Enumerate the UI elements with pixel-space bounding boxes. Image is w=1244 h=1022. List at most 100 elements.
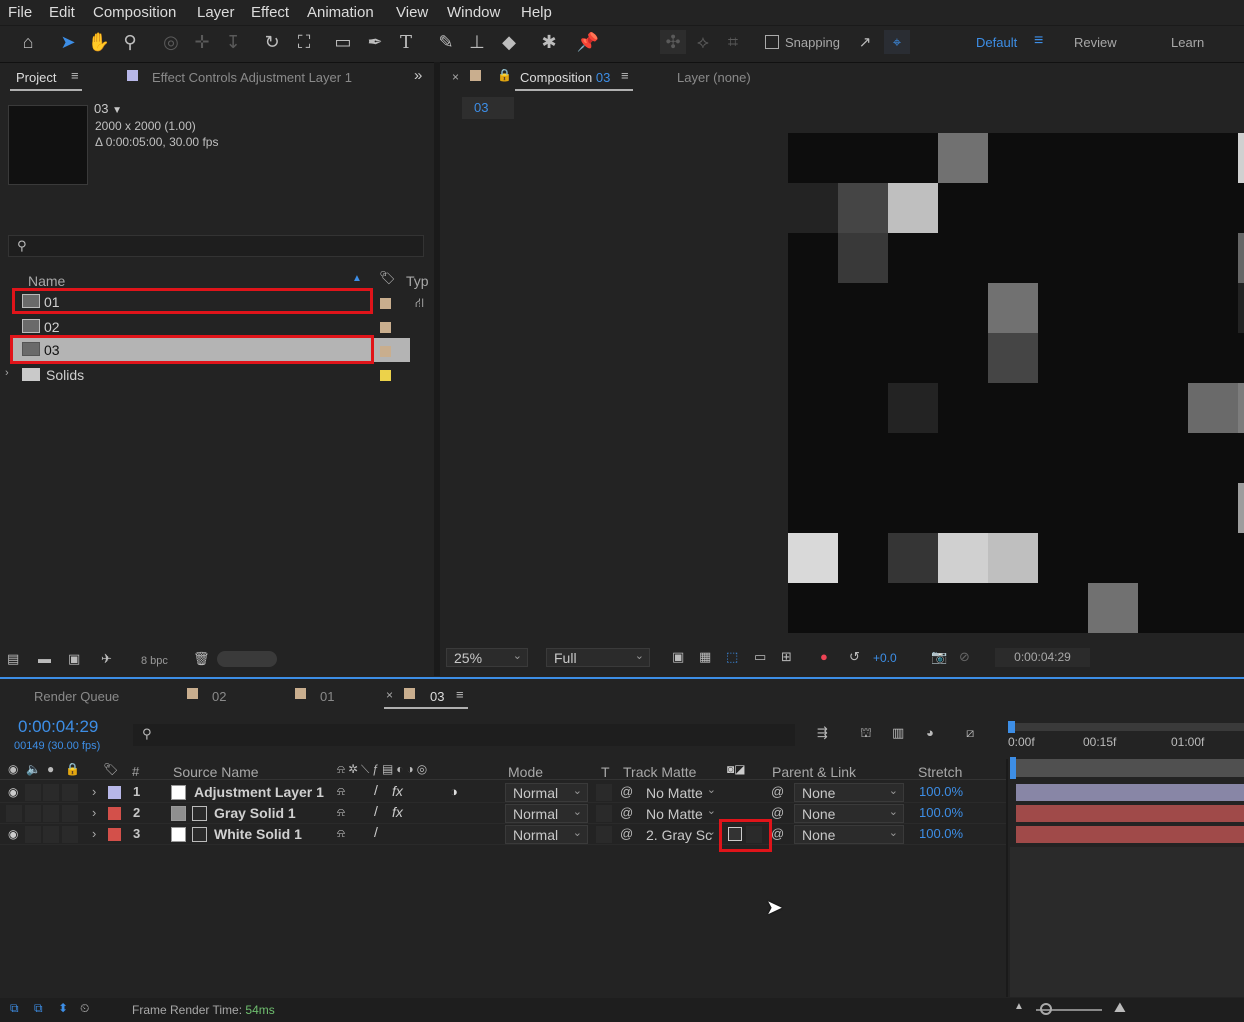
comp-name[interactable]: 03 ▼ (94, 101, 122, 116)
time-ruler[interactable]: 0:00f 00:15f 01:00f (1008, 719, 1244, 759)
current-time-display[interactable]: 0:00:04:29 (18, 717, 98, 737)
close-icon[interactable]: × (386, 688, 393, 702)
parent-dropdown[interactable]: None ⌄ (794, 825, 904, 844)
draft-3d-icon[interactable]: ⛫ (860, 725, 872, 743)
new-composition-icon[interactable]: ▣ (68, 651, 80, 667)
shy-switch-icon[interactable]: ⍾ (337, 826, 345, 841)
comp-viewer-canvas[interactable] (788, 133, 1244, 633)
parent-pickwhip-icon[interactable]: @ (771, 784, 784, 799)
layer-switches-toggle-icon[interactable]: ⧉ (10, 1001, 19, 1016)
menu-effect[interactable]: Effect (251, 4, 289, 21)
menu-animation[interactable]: Animation (307, 4, 374, 21)
pickwhip-icon[interactable]: @ (620, 784, 633, 799)
shy-switch-icon[interactable]: ⍾ (337, 784, 345, 799)
grid-guides-icon[interactable]: ⊞ (781, 649, 792, 665)
comp-menu-icon[interactable]: ≡ (621, 68, 629, 83)
color-channels-icon[interactable]: ● (820, 649, 828, 664)
layer-bar-3[interactable] (1016, 826, 1244, 843)
comp-flow-breadcrumb[interactable]: 03 (462, 97, 514, 119)
layer-label-color[interactable] (108, 807, 121, 820)
tab-comp-02[interactable]: 02 (212, 689, 226, 704)
layer-bar-2[interactable] (1016, 805, 1244, 822)
audio-icon[interactable]: 🔈 (26, 762, 41, 776)
expand-chevron-icon[interactable]: › (92, 784, 96, 799)
tab-comp-01[interactable]: 01 (320, 689, 334, 704)
label-icon[interactable]: 🏷 (103, 762, 118, 776)
track-area[interactable] (1010, 847, 1244, 997)
in-out-toggle-icon[interactable]: ⬍ (58, 1001, 68, 1015)
roto-brush-tool-icon[interactable]: ✱ (536, 30, 562, 54)
interpret-footage-icon[interactable]: ▤ (7, 651, 19, 667)
lock-switch[interactable] (62, 826, 78, 843)
menu-view[interactable]: View (396, 4, 428, 21)
menu-file[interactable]: File (8, 4, 32, 21)
mode-dropdown[interactable]: Normal ⌄ (505, 804, 588, 823)
exposure-value[interactable]: +0.0 (873, 651, 897, 665)
adjustment-layer-switch-icon[interactable]: ◑ (450, 784, 458, 799)
timeline-search-input[interactable]: ⚲ (133, 724, 795, 746)
snapping-checkbox[interactable] (765, 35, 779, 49)
layer-row-2[interactable]: › 2 Gray Solid 1 ⍾ / fx Normal ⌄ @ No Mat… (0, 803, 1006, 824)
composition-tab[interactable]: Composition 03 (520, 70, 610, 85)
playhead-marker[interactable] (1008, 721, 1015, 733)
project-row-solids[interactable]: › Solids (0, 363, 410, 387)
pan-tool-icon[interactable]: ✛ (189, 30, 215, 54)
snap-features-icon[interactable]: ⌖ (884, 30, 910, 54)
zoom-tool-icon[interactable]: ⚲ (117, 30, 143, 54)
mode-dropdown[interactable]: Normal ⌄ (505, 783, 588, 802)
zoom-in-icon[interactable]: ⛰ (1114, 999, 1126, 1016)
label-swatch[interactable] (380, 298, 391, 309)
menu-composition[interactable]: Composition (93, 4, 176, 21)
safe-margins-icon[interactable]: ▭ (754, 649, 766, 665)
layer-label-color[interactable] (108, 786, 121, 799)
effects-switch-icon[interactable]: fx (392, 804, 403, 820)
solo-switch[interactable] (43, 805, 59, 822)
label-swatch[interactable] (380, 322, 391, 333)
timeline-menu-icon[interactable]: ≡ (456, 687, 464, 702)
track-matte-dropdown[interactable]: 2. Gray Sc ⌄ (639, 825, 721, 844)
new-folder-icon[interactable]: ▬ (38, 651, 51, 666)
project-search-input[interactable]: ⚲ (8, 235, 424, 257)
anchor-tool-icon[interactable]: ⛶ (291, 30, 317, 54)
graph-editor-icon[interactable]: ⧄ (966, 725, 974, 741)
bit-depth-button[interactable]: 8 bpc (141, 655, 168, 667)
expand-chevron-icon[interactable]: › (92, 805, 96, 820)
parent-dropdown[interactable]: None ⌄ (794, 804, 904, 823)
snap-edges-icon[interactable]: ↗ (852, 30, 878, 54)
audio-switch[interactable] (25, 805, 41, 822)
pickwhip-icon[interactable]: @ (620, 826, 633, 841)
dolly-tool-icon[interactable]: ↧ (220, 30, 246, 54)
flowchart-icon[interactable]: ⛙ (415, 295, 424, 313)
snapshot-icon[interactable]: 📷 (931, 649, 947, 665)
render-time-toggle-icon[interactable]: ⏲ (80, 1001, 89, 1016)
rotate-tool-icon[interactable]: ↻ (259, 30, 285, 54)
frame-blending-icon[interactable]: ▥ (892, 725, 904, 741)
adobe-dynamic-link-icon[interactable]: ✈ (101, 651, 112, 667)
rectangle-tool-icon[interactable]: ▭ (330, 30, 356, 54)
source-name-header[interactable]: Source Name (173, 764, 259, 780)
effects-switch-icon[interactable]: fx (392, 783, 403, 799)
eraser-tool-icon[interactable]: ◆ (496, 30, 522, 54)
layer-name[interactable]: Adjustment Layer 1 (194, 784, 324, 800)
label-column-icon[interactable]: 🏷 (379, 270, 396, 286)
visibility-eye-icon[interactable]: ◉ (8, 827, 18, 841)
workspace-review[interactable]: Review (1074, 35, 1117, 50)
track-matte-dropdown[interactable]: No Matte ⌄ (639, 783, 721, 802)
workspace-menu-icon[interactable]: ≡ (1034, 32, 1043, 50)
eye-icon[interactable]: ◉ (8, 762, 18, 776)
axis-view-icon[interactable]: ⌗ (720, 30, 746, 54)
axis-world-icon[interactable]: ⟡ (690, 30, 716, 54)
puppet-tool-icon[interactable]: 📌 (575, 30, 601, 54)
mode-dropdown[interactable]: Normal ⌄ (505, 825, 588, 844)
show-snapshot-icon[interactable]: ⊘ (959, 649, 970, 665)
stretch-value[interactable]: 100.0% (919, 826, 963, 841)
mask-path-icon[interactable]: ⬚ (726, 649, 738, 665)
parent-pickwhip-icon[interactable]: @ (771, 826, 784, 841)
lock-switch[interactable] (62, 805, 78, 822)
audio-switch[interactable] (25, 826, 41, 843)
lock-switch[interactable] (62, 784, 78, 801)
tab-render-queue[interactable]: Render Queue (34, 689, 119, 704)
effect-controls-tab[interactable]: Effect Controls Adjustment Layer 1 (152, 70, 352, 85)
resolution-dropdown[interactable]: Full ⌄ (546, 648, 650, 667)
solo-switch[interactable] (43, 784, 59, 801)
